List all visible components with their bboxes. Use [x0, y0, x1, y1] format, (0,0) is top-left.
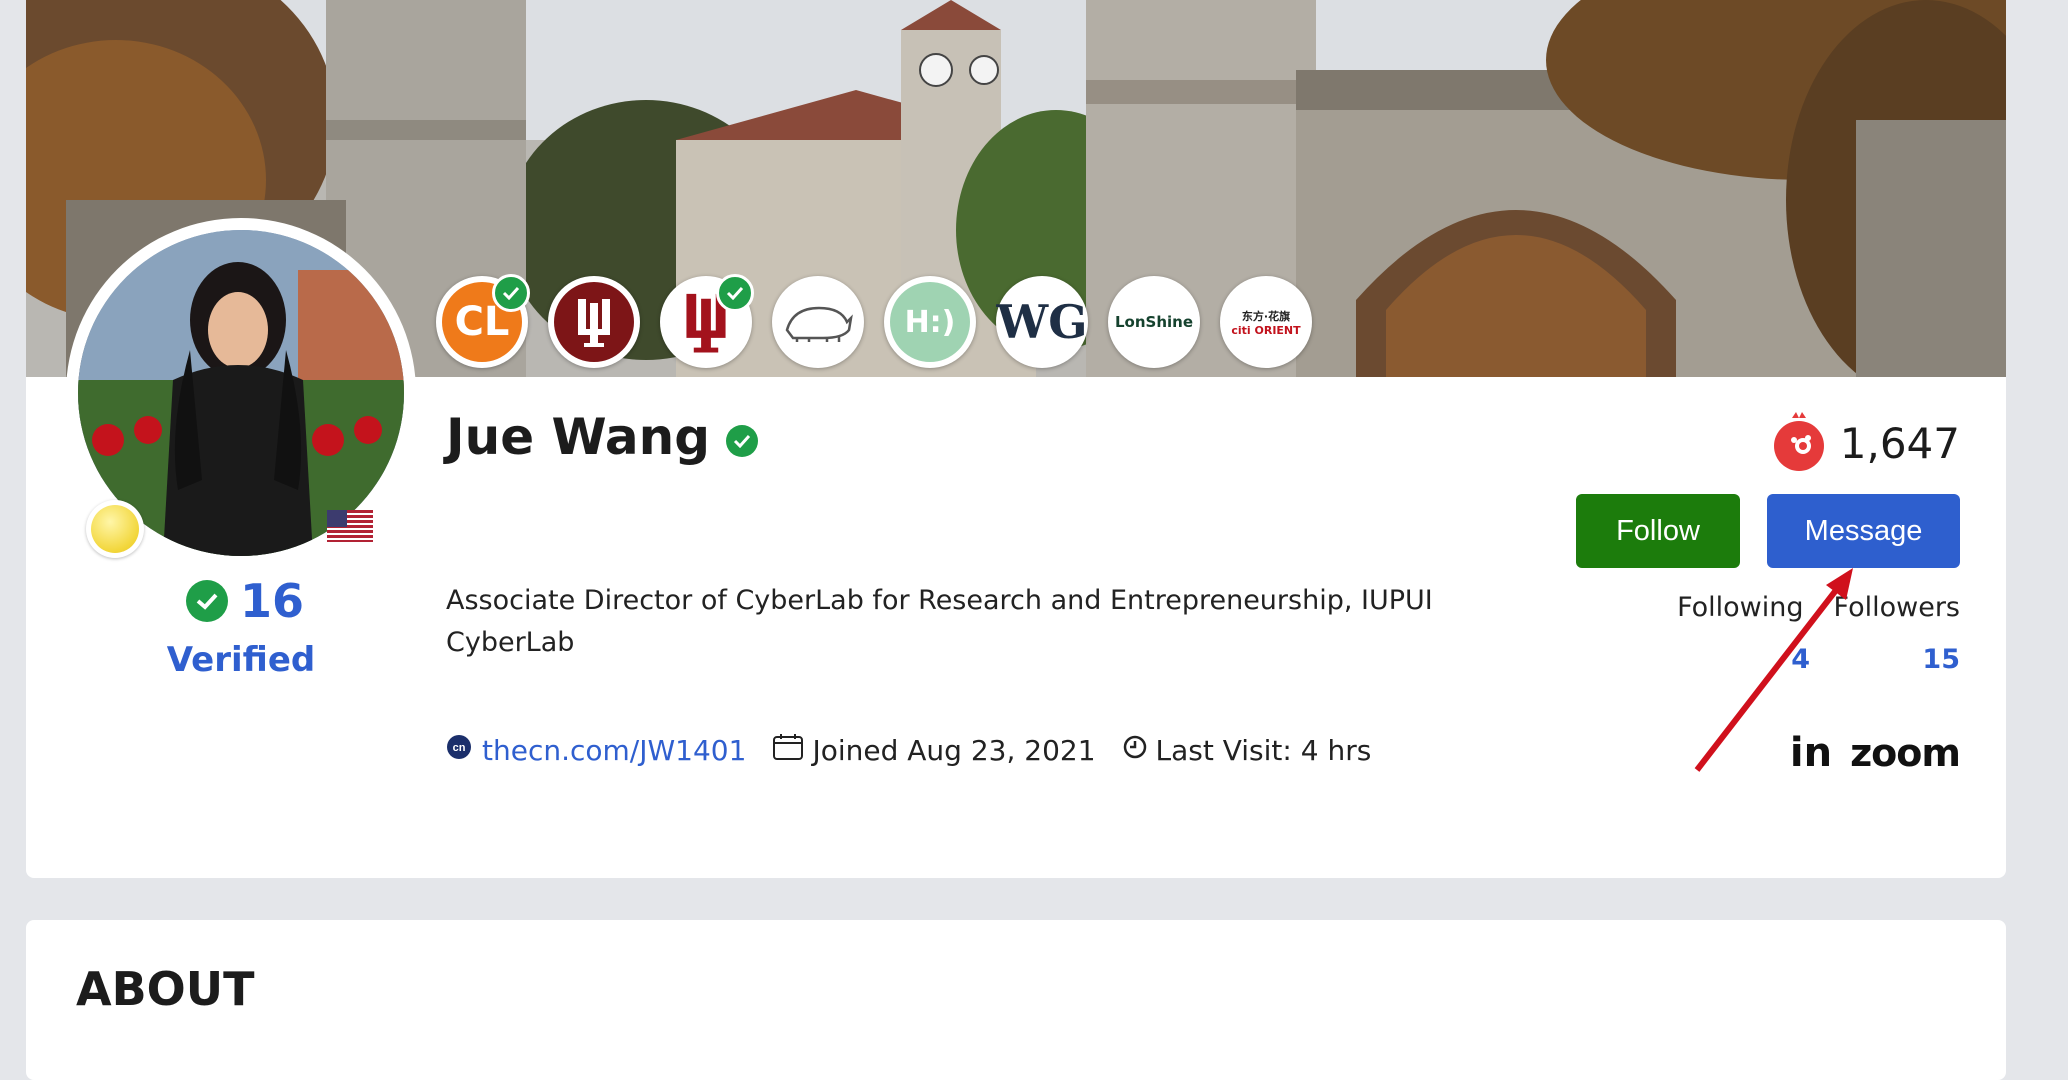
message-button[interactable]: Message — [1767, 494, 1960, 568]
verified-count-number: 16 — [240, 574, 305, 628]
svg-text:cn: cn — [453, 742, 466, 754]
followers-count[interactable]: 15 — [1810, 644, 1960, 675]
hilink-logo-icon: H:) — [890, 282, 970, 362]
following-count[interactable]: 4 — [1670, 644, 1810, 675]
points-value: 1,647 — [1839, 418, 1960, 468]
zoom-icon[interactable]: zoom — [1850, 731, 1961, 775]
about-heading: ABOUT — [76, 962, 255, 1016]
cn-logo-icon: cn — [446, 734, 472, 767]
pomegranate-icon — [1770, 410, 1828, 476]
badge-iu-verified[interactable] — [660, 274, 754, 368]
clock-icon — [1122, 734, 1148, 767]
verified-check-icon — [716, 274, 754, 312]
verified-check-icon — [492, 274, 530, 312]
profile-headline: Associate Director of CyberLab for Resea… — [446, 580, 1433, 664]
badge-lonshine[interactable]: LonShine — [1108, 276, 1200, 368]
iu-trident-icon — [554, 282, 634, 362]
profile-meta: cn thecn.com/JW1401 Joined Aug 23, 2021 … — [446, 733, 1397, 768]
calendar-icon — [772, 733, 804, 768]
affiliation-badges: CL H:) WG LonShine 东方·花旗 citi ORIENT — [436, 274, 1312, 368]
us-flag-icon — [327, 510, 373, 542]
follow-button[interactable]: Follow — [1576, 494, 1740, 568]
badge-iu[interactable] — [548, 276, 640, 368]
follow-stats-counts: 4 15 — [1670, 644, 1960, 675]
verified-count[interactable]: 16 — [186, 574, 304, 628]
last-visit-text: Last Visit: 4 hrs — [1155, 734, 1372, 767]
verified-check-icon — [726, 425, 759, 457]
lonshine-logo-icon: LonShine — [1114, 282, 1194, 362]
linkedin-icon[interactable]: in — [1790, 730, 1832, 776]
citi-orient-logo-icon: 东方·花旗 citi ORIENT — [1226, 282, 1306, 362]
profile-name-row: Jue Wang — [446, 408, 759, 466]
last-visit: Last Visit: 4 hrs — [1122, 734, 1372, 767]
verified-label[interactable]: Verified — [160, 640, 322, 680]
badge-wg[interactable]: WG — [996, 276, 1088, 368]
joined-date: Joined Aug 23, 2021 — [772, 733, 1096, 768]
followers-label[interactable]: Followers — [1834, 592, 1960, 623]
online-status-icon — [86, 500, 144, 558]
badge-rhino[interactable] — [772, 276, 864, 368]
points-display: 1,647 — [1770, 410, 1960, 476]
joined-text: Joined Aug 23, 2021 — [812, 734, 1096, 767]
badge-hilink[interactable]: H:) — [884, 276, 976, 368]
follow-stats-labels: Following Followers — [1677, 592, 1960, 623]
about-card — [26, 920, 2006, 1080]
rhino-logo-icon — [778, 282, 858, 362]
wg-logo-icon: WG — [997, 282, 1087, 362]
profile-link[interactable]: thecn.com/JW1401 — [482, 734, 746, 767]
social-links: in zoom — [1790, 730, 1961, 776]
badge-citi-orient[interactable]: 东方·花旗 citi ORIENT — [1220, 276, 1312, 368]
following-label[interactable]: Following — [1677, 592, 1803, 623]
verified-check-icon — [186, 580, 228, 622]
headline-line-2: CyberLab — [446, 627, 575, 658]
badge-cyberlab[interactable]: CL — [436, 274, 530, 368]
headline-line-1: Associate Director of CyberLab for Resea… — [446, 585, 1433, 616]
profile-name: Jue Wang — [446, 408, 711, 466]
